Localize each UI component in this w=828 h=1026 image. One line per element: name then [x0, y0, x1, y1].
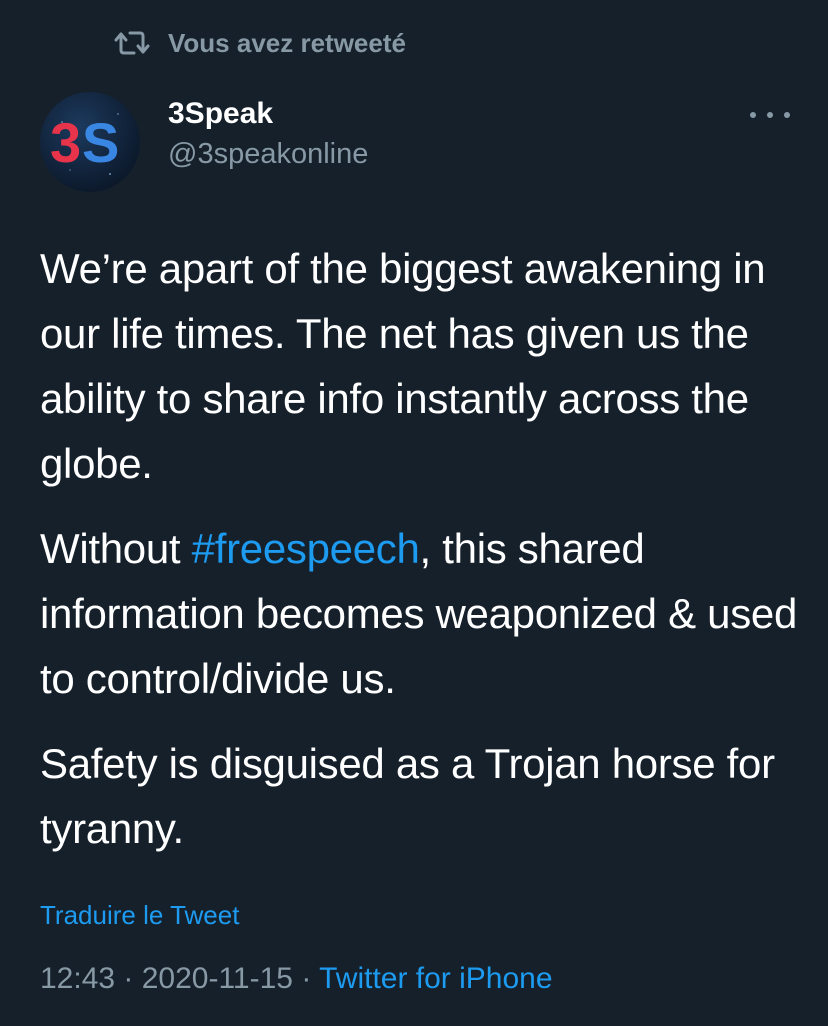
meta-separator: ·: [292, 962, 320, 995]
tweet-meta: 12:43 · 2020-11-15 · Twitter for iPhone: [40, 962, 553, 996]
tweet-text: We’re apart of the biggest awakening in …: [40, 236, 800, 881]
tweet-source-link[interactable]: Twitter for iPhone: [319, 962, 552, 995]
tweet-time: 12:43: [40, 962, 116, 995]
retweet-label: Vous avez retweeté: [168, 27, 406, 58]
more-dots-icon: [750, 112, 756, 118]
tweet-text-segment: Without: [40, 525, 192, 572]
author-handle[interactable]: @3speakonline: [168, 138, 368, 171]
avatar[interactable]: 3 S: [40, 92, 140, 192]
author-name[interactable]: 3Speak: [168, 97, 273, 131]
retweet-indicator: Vous avez retweeté: [112, 26, 406, 60]
tweet-paragraph-1: We’re apart of the biggest awakening in …: [40, 245, 766, 487]
more-dot: [767, 112, 773, 118]
svg-text:S: S: [82, 111, 119, 174]
meta-separator: ·: [115, 962, 142, 995]
translate-tweet-link[interactable]: Traduire le Tweet: [40, 900, 239, 931]
tweet-paragraph-3: Safety is disguised as a Trojan horse fo…: [40, 740, 775, 852]
hashtag-link[interactable]: #freespeech: [192, 525, 420, 572]
tweet-paragraph-2: Without #freespeech, this shared informa…: [40, 516, 800, 711]
tweet-date: 2020-11-15: [141, 962, 293, 995]
svg-text:3: 3: [50, 111, 81, 174]
3speak-logo: 3 S: [50, 111, 119, 175]
retweet-icon: [114, 31, 150, 55]
more-options-button[interactable]: [750, 100, 790, 130]
more-dot: [784, 112, 790, 118]
